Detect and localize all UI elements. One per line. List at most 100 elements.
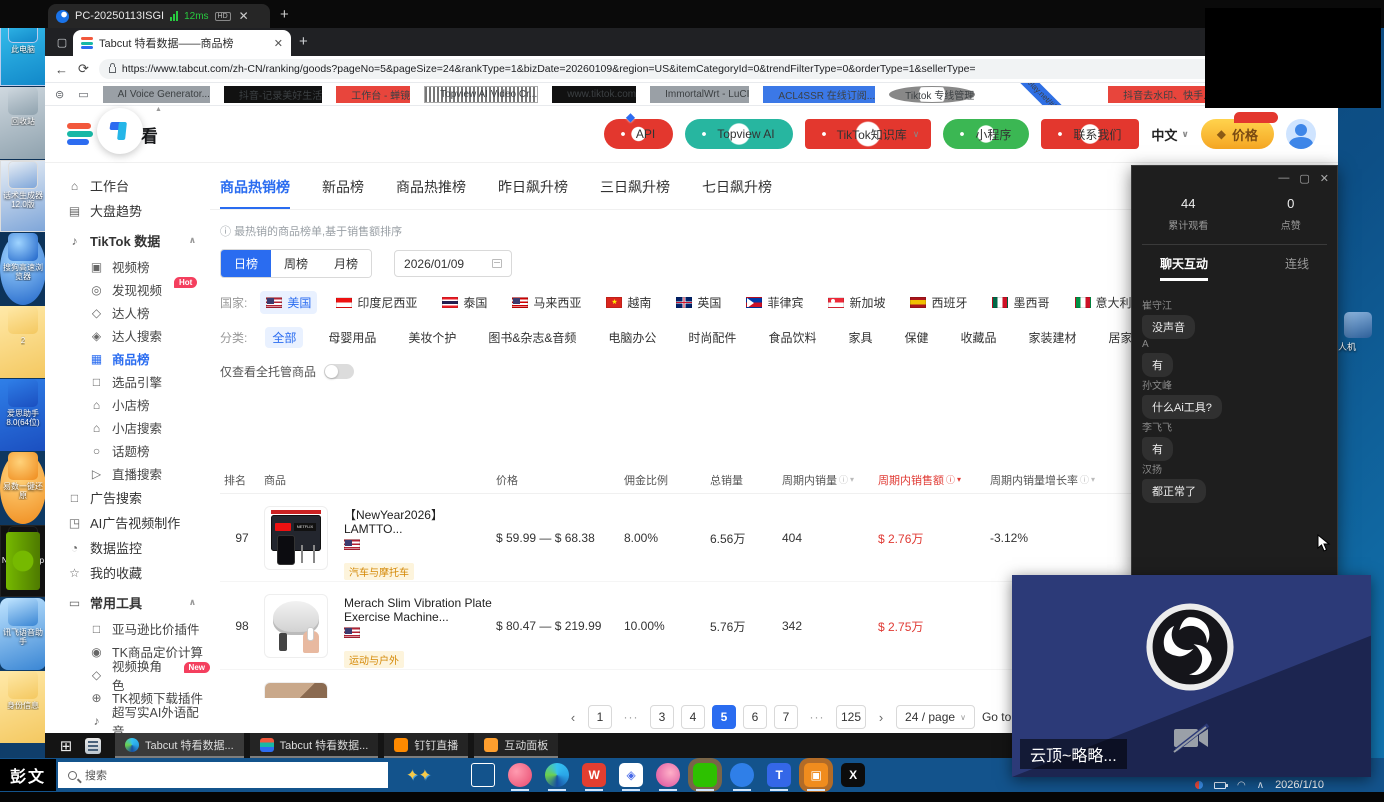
page-size-select[interactable]: 24 / page∨ <box>896 705 975 729</box>
sidebar-item[interactable]: ⌂ 工作台 <box>67 173 210 198</box>
taskbar-app-icon[interactable] <box>730 763 754 787</box>
bookmark-item[interactable]: AI Voice Generator... <box>103 86 210 103</box>
bookmark-item[interactable]: 抖音-记录美好生活 <box>224 86 322 103</box>
category-option[interactable]: 电脑办公 <box>601 327 663 348</box>
country-option[interactable]: 英国 <box>670 291 727 314</box>
ranking-tab[interactable]: 商品热推榜 <box>396 177 466 210</box>
taskbar-app-button[interactable]: 钉钉直播 <box>384 733 468 758</box>
ranking-tab[interactable]: 七日飙升榜 <box>702 177 772 210</box>
column-period-revenue[interactable]: 周期内销售额ⓘ▾ <box>878 472 990 488</box>
category-option[interactable]: 美妆个护 <box>401 327 463 348</box>
period-option[interactable]: 周榜 <box>271 250 321 277</box>
product-title[interactable]: 【NewYear2026】LAMTTO... <box>344 508 496 536</box>
ranking-tab[interactable]: 昨日飙升榜 <box>498 177 568 210</box>
taskbar-app-button[interactable]: Tabcut 特看数据... <box>250 733 379 758</box>
period-option[interactable]: 月榜 <box>321 250 371 277</box>
sidebar-item[interactable]: ▭ 常用工具 ∧ <box>67 588 210 617</box>
bookmark-item[interactable]: www.tiktok.com <box>552 86 636 103</box>
remote-session-tab[interactable]: PC-20250113ISGI 12ms HD ✕ <box>48 4 270 28</box>
taskbar-app-icon[interactable] <box>471 763 495 787</box>
sidebar-item[interactable]: □ 广告搜索 <box>67 485 210 510</box>
minimize-icon[interactable]: — <box>1278 172 1289 185</box>
date-picker[interactable]: 2026/01/09 <box>394 250 512 277</box>
page-number[interactable]: 6 <box>743 705 767 729</box>
sidebar-item[interactable]: ▷ 直播搜索 <box>67 462 210 485</box>
sidebar-item[interactable]: ◔ 数据监控 <box>67 535 210 560</box>
new-tab-button[interactable]: + <box>299 33 308 50</box>
header-nav-button[interactable]: 联系我们 <box>1041 119 1139 149</box>
category-option[interactable]: 保健 <box>897 327 935 348</box>
country-option[interactable]: 越南 <box>600 291 657 314</box>
taskbar-app-icon[interactable] <box>656 763 680 787</box>
header-nav-button[interactable]: 小程序 <box>943 119 1029 149</box>
taskbar-app-icon[interactable]: X <box>841 763 865 787</box>
period-option[interactable]: 日榜 <box>221 250 271 277</box>
sidebar-item[interactable]: ⌂ 小店榜 <box>67 393 210 416</box>
country-option[interactable]: 意大利 <box>1069 291 1138 314</box>
refresh-icon[interactable]: ⟳ <box>78 61 89 77</box>
category-option[interactable]: 全部 <box>265 327 303 348</box>
sidebar-item[interactable]: ♪ TikTok 数据 ∧ <box>67 226 210 255</box>
address-bar[interactable]: https://www.tabcut.com/zh-CN/ranking/goo… <box>99 59 1272 79</box>
sidebar-item[interactable]: ◳ AI广告视频制作 <box>67 510 210 535</box>
taskbar-app-icon[interactable] <box>508 763 532 787</box>
desktop-icon[interactable]: 2 <box>0 306 46 378</box>
column-growth[interactable]: 周期内销量增长率ⓘ▾ <box>990 472 1110 488</box>
workspaces-icon[interactable]: ▢ <box>51 32 73 52</box>
remote-new-tab-button[interactable]: + <box>280 6 289 23</box>
sidebar-item[interactable]: ◇ 达人榜 <box>67 301 210 324</box>
taskbar-app-icon[interactable]: ▣ <box>804 763 828 787</box>
bookmark-item[interactable]: 抖音去水印、快手... <box>1108 86 1211 103</box>
user-avatar[interactable] <box>1286 119 1316 149</box>
sidebar-item[interactable]: ☆ 我的收藏 <box>67 560 210 585</box>
sidebar-item[interactable]: ◇ 视频换角色 New <box>67 663 210 686</box>
tray-color-icon[interactable] <box>1195 781 1203 789</box>
battery-icon[interactable] <box>1214 782 1226 789</box>
desktop-icon[interactable]: 搜狗高速浏览器 <box>0 233 46 305</box>
product-image[interactable]: NETFLIX <box>264 506 328 570</box>
country-option[interactable]: 菲律宾 <box>740 291 809 314</box>
bookmark-item[interactable]: ImmortalWrt - LuCI <box>650 86 749 103</box>
country-option[interactable]: 墨西哥 <box>986 291 1055 314</box>
mini-scrollbar[interactable]: ▲ <box>155 106 161 164</box>
managed-goods-toggle[interactable] <box>324 364 354 379</box>
sidebar-item[interactable]: □ 选品引擎 <box>67 370 210 393</box>
remote-tab-close-icon[interactable]: ✕ <box>239 9 249 23</box>
sidebar-item[interactable]: ◈ 达人搜索 <box>67 324 210 347</box>
calculator-icon[interactable] <box>85 738 101 754</box>
sidebar-item[interactable]: ▦ 商品榜 <box>67 347 210 370</box>
category-option[interactable]: 图书&杂志&音频 <box>481 327 583 348</box>
desktop-icon[interactable]: 易数一键还原 <box>0 452 46 524</box>
taskbar-app-icon[interactable] <box>693 763 717 787</box>
ranking-tab[interactable]: 商品热销榜 <box>220 177 290 210</box>
scroll-up-arrow-icon[interactable]: ▲ <box>155 106 161 113</box>
page-number[interactable]: 125 <box>836 705 866 729</box>
start-button-icon[interactable]: ⊞ <box>53 737 79 755</box>
browser-tab[interactable]: Tabcut 特看数据——商品榜 ✕ <box>73 30 291 56</box>
desktop-icon[interactable]: 话术生成器 12.0版 <box>0 160 46 232</box>
category-option[interactable]: 食品饮料 <box>761 327 823 348</box>
tab-close-icon[interactable]: ✕ <box>274 37 283 50</box>
wifi-icon[interactable]: ◠ <box>1237 780 1246 791</box>
column-period-sales[interactable]: 周期内销量ⓘ▾ <box>782 472 878 488</box>
sidebar-item[interactable]: ⌂ 小店搜索 <box>67 416 210 439</box>
taskbar-app-button[interactable]: 互动面板 <box>474 733 558 758</box>
page-number[interactable]: 5 <box>712 705 736 729</box>
sidebar-item[interactable]: ○ 话题榜 <box>67 439 210 462</box>
prev-page-icon[interactable]: ‹ <box>565 705 581 729</box>
country-option[interactable]: 印度尼西亚 <box>330 291 423 314</box>
page-number[interactable]: 1 <box>588 705 612 729</box>
taskbar-app-icon[interactable]: W <box>582 763 606 787</box>
bookmark-item[interactable]: ACL4SSR 在线订阅... <box>763 86 875 103</box>
tab-chat-interaction[interactable]: 聊天互动 <box>1160 255 1208 281</box>
taskbar-search-box[interactable]: 搜索 <box>58 762 388 788</box>
language-selector[interactable]: 中文 ∨ <box>1151 125 1188 144</box>
bookmarks-folder-icon[interactable]: ▭ <box>78 88 88 101</box>
taskbar-app-icon[interactable]: ◈ <box>619 763 643 787</box>
country-option[interactable]: 西班牙 <box>904 291 973 314</box>
sidebar-item[interactable]: □ 亚马逊比价插件 <box>67 617 210 640</box>
product-title[interactable]: Merach Slim Vibration Plate Exercise Mac… <box>344 596 496 624</box>
country-option[interactable]: 马来西亚 <box>506 291 587 314</box>
bookmark-item[interactable]: Topview AI Video Cr... <box>424 86 538 103</box>
maximize-icon[interactable]: ▢ <box>1299 172 1309 185</box>
